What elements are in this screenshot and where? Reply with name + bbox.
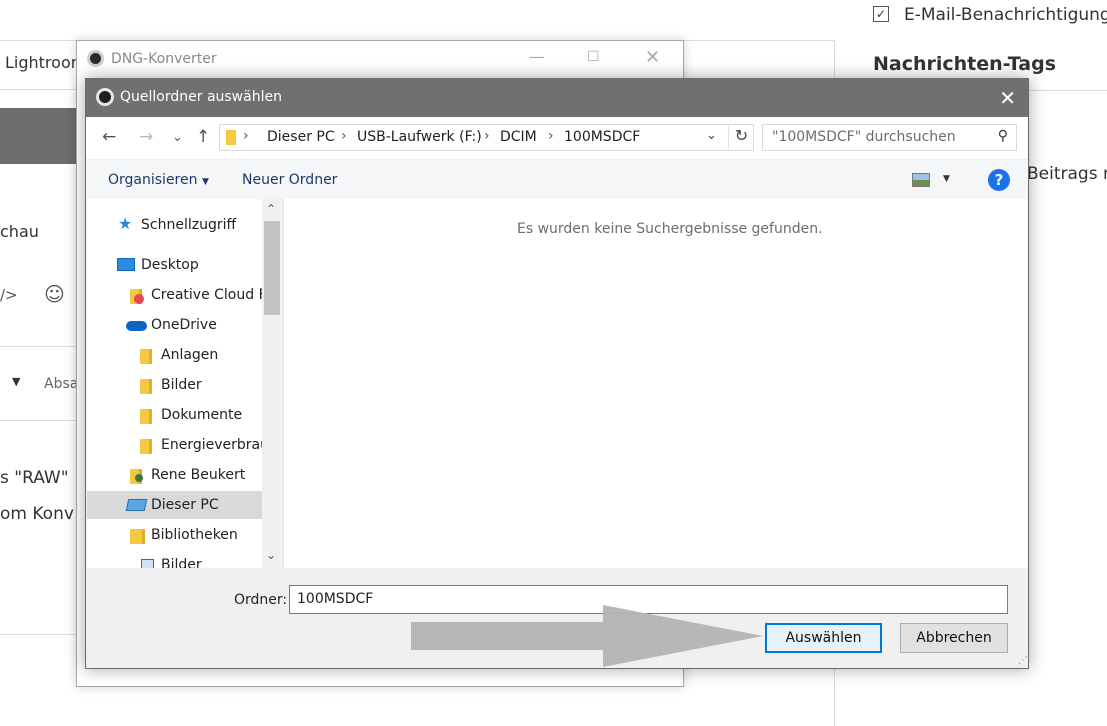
folder-icon — [140, 439, 152, 454]
help-icon[interactable]: ? — [988, 169, 1010, 191]
preview-label: chau — [0, 222, 39, 241]
organize-label: Organisieren — [108, 172, 198, 188]
tree-item-label: Anlagen — [161, 347, 219, 363]
tree-item-anlagen[interactable]: Anlagen — [87, 341, 262, 369]
select-button[interactable]: Auswählen — [765, 623, 882, 653]
tree-item-dokumente[interactable]: Dokumente — [87, 401, 262, 429]
tree-item-label: Desktop — [141, 257, 199, 273]
chevron-down-icon[interactable]: ⌄ — [706, 128, 717, 143]
dng-app-icon — [87, 50, 104, 67]
tree-item-label: Energieverbrau — [161, 437, 269, 453]
breadcrumb-item[interactable]: USB-Laufwerk (F:) — [357, 129, 482, 145]
annotation-arrow-icon — [411, 605, 763, 667]
tree-item-bilder-library[interactable]: Bilder — [87, 551, 262, 568]
library-icon — [130, 529, 145, 544]
onedrive-icon — [126, 321, 147, 331]
user-badge-icon — [135, 474, 143, 482]
tree-item-desktop[interactable]: Desktop — [87, 251, 262, 279]
creative-cloud-badge-icon — [134, 294, 144, 304]
search-placeholder: "100MSDCF" durchsuchen — [772, 129, 956, 145]
scrollbar-thumb[interactable] — [264, 221, 280, 315]
folder-icon — [226, 130, 236, 145]
tab-lightroom[interactable]: Lightroom — [5, 53, 86, 72]
email-notification-label: E-Mail-Benachrichtigung — [904, 5, 1107, 25]
cancel-button[interactable]: Abbrechen — [900, 623, 1008, 653]
chevron-down-icon[interactable]: ▼ — [12, 375, 20, 388]
tree-item-creative-cloud[interactable]: Creative Cloud F — [87, 281, 267, 309]
dialog-titlebar: Quellordner auswählen ✕ — [86, 79, 1028, 117]
emoji-icon[interactable]: ☺ — [44, 282, 65, 306]
breadcrumb-item[interactable]: Dieser PC — [267, 129, 335, 145]
tree-item-label: Bilder — [161, 377, 202, 393]
resize-grip-icon[interactable]: ⋰ — [1018, 655, 1028, 666]
tree-item-label: Dieser PC — [151, 497, 219, 513]
address-bar[interactable]: › Dieser PC › USB-Laufwerk (F:) › DCIM ›… — [219, 124, 754, 151]
chevron-right-icon: › — [243, 128, 249, 144]
refresh-icon[interactable]: ↻ — [728, 126, 754, 149]
search-icon[interactable]: ⚲ — [998, 128, 1008, 144]
window-title: DNG-Konverter — [111, 51, 217, 67]
code-icon[interactable]: /> — [0, 286, 18, 304]
view-options-icon[interactable] — [912, 173, 930, 187]
tree-item-onedrive[interactable]: OneDrive — [87, 311, 262, 339]
maximize-icon[interactable]: ☐ — [587, 49, 600, 65]
new-folder-button[interactable]: Neuer Ordner — [242, 172, 337, 188]
tree-item-bibliotheken[interactable]: Bibliotheken — [87, 521, 262, 549]
tree-item-label: OneDrive — [151, 317, 217, 333]
tree-scrollbar[interactable]: ⌃ ⌄ — [262, 199, 282, 568]
chevron-right-icon: › — [548, 128, 554, 144]
folder-picker-dialog: Quellordner auswählen ✕ ← → ⌄ ↑ › Dieser… — [85, 78, 1029, 669]
app-icon — [96, 88, 114, 106]
command-bar: Organisieren ▼ Neuer Ordner ▼ ? — [86, 159, 1028, 199]
body-text: Beitrags n — [1027, 164, 1107, 184]
minimize-icon[interactable]: — — [529, 47, 545, 66]
body-text: s "RAW" — [0, 468, 69, 488]
paragraph-dropdown[interactable]: Absa — [44, 376, 78, 392]
tree-item-label: Creative Cloud F — [151, 287, 267, 303]
folder-field-label: Ordner: — [234, 592, 288, 608]
checkbox[interactable]: ✓ — [873, 6, 889, 22]
caret-down-icon[interactable]: ▼ — [943, 174, 950, 184]
folder-icon — [140, 409, 152, 424]
navigation-bar: ← → ⌄ ↑ › Dieser PC › USB-Laufwerk (F:) … — [86, 117, 1028, 159]
tree-item-label: Dokumente — [161, 407, 243, 423]
search-box[interactable]: "100MSDCF" durchsuchen ⚲ — [762, 124, 1017, 151]
caret-down-icon: ▼ — [201, 177, 209, 187]
forward-icon[interactable]: → — [139, 127, 153, 147]
breadcrumb-item[interactable]: 100MSDCF — [564, 129, 640, 145]
body-text: om Konv — [0, 504, 74, 524]
tree-item-dieser-pc[interactable]: Dieser PC — [87, 491, 262, 519]
tree-item-label: Bibliotheken — [151, 527, 238, 543]
tree-item-bilder[interactable]: Bilder — [87, 371, 262, 399]
tree-item-quick-access[interactable]: ★ Schnellzugriff — [87, 211, 262, 239]
tree-item-label: Bilder — [161, 557, 202, 568]
navigation-tree: ★ Schnellzugriff Desktop Creative Cloud … — [87, 199, 282, 568]
desktop-icon — [117, 258, 135, 271]
scroll-up-icon[interactable]: ⌃ — [266, 202, 276, 216]
breadcrumb-item[interactable]: DCIM — [500, 129, 537, 145]
section-title: Nachrichten-Tags — [873, 53, 1057, 75]
tree-item-energieverbrauch[interactable]: Energieverbrau — [87, 431, 269, 459]
organize-menu[interactable]: Organisieren ▼ — [108, 172, 209, 188]
file-list-area: Es wurden keine Suchergebnisse gefunden. — [283, 199, 1028, 568]
folder-icon — [140, 349, 152, 364]
chevron-down-icon[interactable]: ⌄ — [172, 130, 183, 145]
back-icon[interactable]: ← — [102, 127, 116, 147]
tree-item-label: Rene Beukert — [151, 467, 246, 483]
chevron-right-icon: › — [484, 128, 490, 144]
star-icon: ★ — [118, 214, 133, 233]
close-icon[interactable]: ✕ — [645, 47, 660, 68]
scroll-down-icon[interactable]: ⌄ — [266, 548, 276, 562]
tree-item-rene-beukert[interactable]: Rene Beukert — [87, 461, 262, 489]
tree-item-label: Schnellzugriff — [141, 217, 237, 233]
chevron-right-icon: › — [341, 128, 347, 144]
dialog-title: Quellordner auswählen — [120, 89, 282, 105]
folder-icon — [140, 379, 152, 394]
close-icon[interactable]: ✕ — [999, 86, 1016, 110]
pictures-library-icon — [141, 559, 154, 568]
up-icon[interactable]: ↑ — [196, 127, 210, 147]
computer-icon — [125, 499, 148, 511]
empty-results-message: Es wurden keine Suchergebnisse gefunden. — [517, 221, 823, 237]
divider — [1029, 90, 1107, 91]
